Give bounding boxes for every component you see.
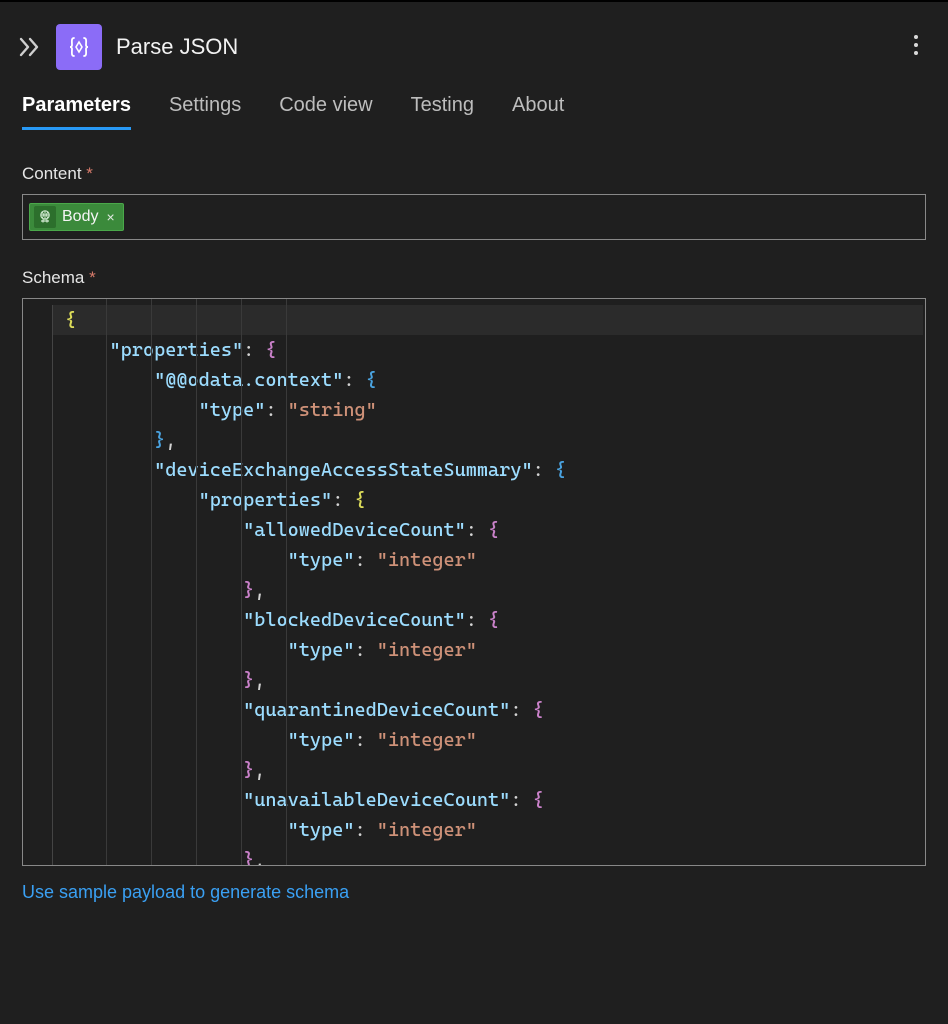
code-line: }, [25, 575, 923, 605]
tab-testing[interactable]: Testing [411, 94, 474, 130]
tab-parameters[interactable]: Parameters [22, 94, 131, 130]
generate-schema-link[interactable]: Use sample payload to generate schema [22, 882, 926, 903]
token-label: Body [62, 208, 98, 226]
collapse-toggle[interactable] [18, 37, 42, 57]
schema-editor[interactable]: { "properties": { "@@odata.context": { "… [22, 298, 926, 866]
token-body[interactable]: Body × [29, 203, 124, 231]
code-line: "quarantinedDeviceCount": { [25, 695, 923, 725]
globe-icon [34, 206, 56, 228]
code-line: "@@odata.context": { [25, 365, 923, 395]
schema-label-text: Schema [22, 268, 84, 287]
code-line: }, [25, 755, 923, 785]
code-line: "type": "integer" [25, 545, 923, 575]
content-input[interactable]: Body × [22, 194, 926, 240]
more-menu-button[interactable] [906, 32, 926, 58]
content-label-text: Content [22, 164, 82, 183]
code-line: "deviceExchangeAccessStateSummary": { [25, 455, 923, 485]
schema-label: Schema * [22, 268, 926, 288]
code-line: "blockedDeviceCount": { [25, 605, 923, 635]
token-remove[interactable]: × [104, 209, 114, 225]
action-title: Parse JSON [116, 34, 238, 60]
required-marker: * [89, 268, 96, 287]
code-line: "unavailableDeviceCount": { [25, 785, 923, 815]
tab-settings[interactable]: Settings [169, 94, 241, 130]
code-line: }, [25, 665, 923, 695]
operation-icon [56, 24, 102, 70]
code-line: "properties": { [25, 485, 923, 515]
tab-bar: Parameters Settings Code view Testing Ab… [0, 94, 948, 130]
code-line: }, [25, 425, 923, 455]
tab-code-view[interactable]: Code view [279, 94, 372, 130]
code-line: { [25, 305, 923, 335]
code-line: "type": "integer" [25, 815, 923, 845]
action-panel: Parse JSON Parameters Settings Code view… [0, 0, 948, 903]
content-label: Content * [22, 164, 926, 184]
code-line: "properties": { [25, 335, 923, 365]
tab-about[interactable]: About [512, 94, 564, 130]
code-line: "type": "integer" [25, 635, 923, 665]
panel-body: Content * Body × Schema * [0, 130, 948, 903]
code-line: "allowedDeviceCount": { [25, 515, 923, 545]
code-line: "type": "integer" [25, 725, 923, 755]
header: Parse JSON [0, 10, 948, 94]
required-marker: * [86, 164, 93, 183]
code-line: }, [25, 845, 923, 866]
code-line: "type": "string" [25, 395, 923, 425]
